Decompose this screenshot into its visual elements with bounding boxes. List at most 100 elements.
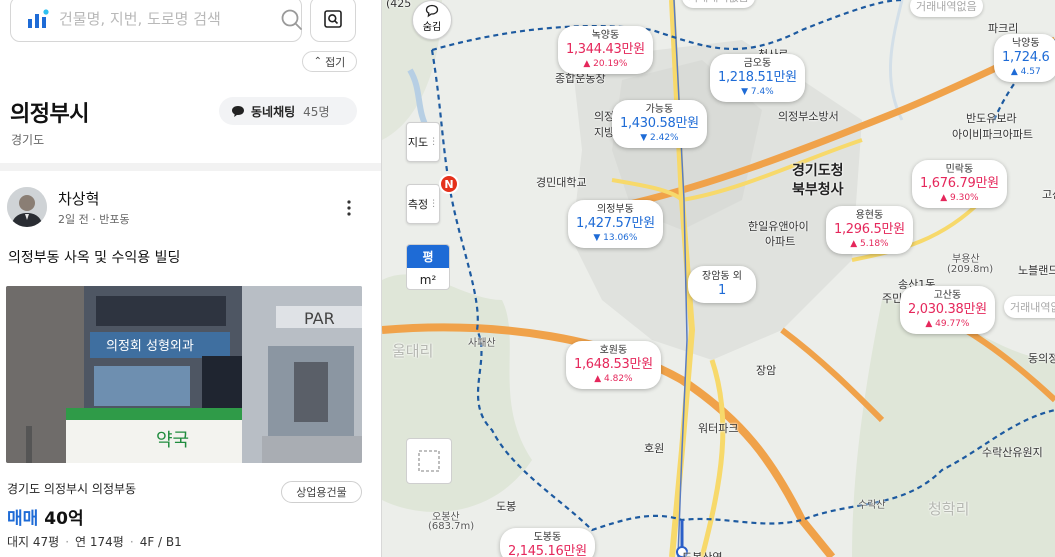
price-pin-gosan[interactable]: 고산동 2,030.38만원 ▲ 49.77% bbox=[900, 286, 995, 334]
floor-area: 연 174평 bbox=[75, 535, 124, 549]
place-label: 경민대학교 bbox=[536, 176, 587, 189]
mountain-label: 부용산 bbox=[952, 254, 980, 265]
place-label: 의정부소방서 bbox=[778, 110, 839, 123]
map-search-button[interactable] bbox=[310, 0, 356, 42]
pin-price: 1,427.57만원 bbox=[576, 216, 655, 231]
place-label: 반도유보라 bbox=[966, 112, 1017, 125]
measure-button[interactable]: 측정 ⋮ bbox=[406, 184, 440, 224]
mountain-label: (209.8m) bbox=[947, 264, 994, 275]
pin-price: 1,724.6 bbox=[1002, 50, 1050, 65]
pin-name: 가능동 bbox=[645, 104, 674, 115]
chevron-up-icon: ⌃ bbox=[313, 56, 323, 67]
pin-change: ▲ 5.18% bbox=[850, 239, 889, 249]
fold-label: 접기 bbox=[325, 55, 346, 69]
pin-name: 용현동 bbox=[855, 210, 884, 221]
chat-bubble-icon bbox=[232, 105, 244, 117]
place-label: 수락산유원지 bbox=[982, 446, 1043, 459]
price-pin-nokyang[interactable]: 녹양동 1,344.43만원 ▲ 20.19% bbox=[558, 26, 653, 74]
avatar[interactable] bbox=[7, 187, 47, 227]
pin-change: ▼ 2.42% bbox=[640, 133, 679, 143]
place-label: 경기도청 bbox=[792, 163, 844, 179]
hide-button[interactable]: 숨김 bbox=[412, 0, 452, 40]
deal-row: 매매 40억 bbox=[7, 504, 84, 529]
author-name[interactable]: 차상혁 bbox=[58, 188, 99, 209]
pin-price: 1,344.43만원 bbox=[566, 42, 645, 57]
mountain-label: (683.7m) bbox=[428, 521, 475, 532]
search-box[interactable] bbox=[10, 0, 302, 42]
side-panel: ⌃ 접기 의정부시 경기도 동네채팅 45명 차상혁 2일 전 · 반포동 bbox=[0, 0, 382, 557]
floor-levels: 4F / B1 bbox=[139, 535, 182, 549]
fold-button[interactable]: ⌃ 접기 bbox=[302, 51, 357, 72]
unit-toggle[interactable]: 평 m² bbox=[406, 244, 450, 290]
post-title[interactable]: 의정부동 사옥 및 수익용 빌딩 bbox=[8, 247, 180, 267]
pin-name: 장암동 외 bbox=[702, 271, 742, 282]
map-view[interactable]: 숨김 지도 ⋮ 측정 ⋮ N 평 m² (425 종합운동장 경민대학교 지방 의정… bbox=[382, 0, 1055, 557]
area-select-button[interactable] bbox=[406, 438, 452, 484]
no-deal-pin[interactable]: 거래내역없음 bbox=[682, 0, 755, 8]
pin-price: 1,218.51만원 bbox=[718, 70, 797, 85]
pin-price: 1,676.79만원 bbox=[920, 176, 999, 191]
price-pin-ganeung[interactable]: 가능동 1,430.58만원 ▼ 2.42% bbox=[612, 100, 707, 148]
pin-change: ▲ 4.82% bbox=[594, 374, 633, 384]
price-pin-uijeongbu[interactable]: 의정부동 1,427.57만원 ▼ 13.06% bbox=[568, 200, 663, 248]
post-address: 경기도 의정부시 의정부동 bbox=[7, 482, 137, 496]
deal-type: 매매 bbox=[7, 509, 39, 529]
place-label: 아이비파크아파트 bbox=[952, 128, 1033, 141]
no-deal-pin[interactable]: 거래내역없음 bbox=[910, 0, 983, 17]
category-tag[interactable]: 상업용건물 bbox=[281, 481, 362, 503]
cluster-pin-jangam[interactable]: 장암동 외 1 bbox=[688, 266, 756, 303]
chat-count: 45명 bbox=[303, 104, 330, 119]
new-badge: N bbox=[439, 174, 459, 194]
pin-price: 2,145.16만원 bbox=[508, 544, 587, 557]
place-label: 도봉 bbox=[496, 500, 517, 513]
search-input[interactable] bbox=[59, 7, 259, 31]
pin-price: 1,648.53만원 bbox=[574, 357, 653, 372]
place-label: 아파트 bbox=[765, 235, 796, 248]
pin-price: 1,430.58만원 bbox=[620, 116, 699, 131]
station-label: 도봉산역 bbox=[682, 549, 722, 557]
price-pin-dobong[interactable]: 도봉동 2,145.16만원 bbox=[500, 528, 595, 557]
photo-sign-par: PAR bbox=[304, 309, 335, 328]
separator-dot: · bbox=[65, 535, 70, 549]
price-pin-minrak[interactable]: 민락동 1,676.79만원 ▲ 9.30% bbox=[912, 160, 1007, 208]
pin-name: 민락동 bbox=[945, 164, 974, 175]
pin-name: 녹양동 bbox=[591, 30, 620, 41]
chat-label: 동네채팅 bbox=[251, 104, 296, 119]
price-pin-yonghyeon[interactable]: 용현동 1,296.5만원 ▲ 5.18% bbox=[826, 206, 913, 254]
search-map-icon bbox=[324, 10, 342, 28]
speech-bubble-icon bbox=[425, 4, 439, 18]
hide-label: 숨김 bbox=[422, 22, 442, 33]
pin-price: 2,030.38만원 bbox=[908, 302, 987, 317]
price-pin-nakyang[interactable]: 낙양동 1,724.6 ▲ 4.57 bbox=[994, 34, 1055, 82]
city-title: 의정부시 bbox=[10, 102, 89, 127]
dashed-square-icon bbox=[418, 450, 440, 472]
unit-pyeong[interactable]: 평 bbox=[407, 245, 449, 268]
deal-price: 40억 bbox=[44, 509, 84, 529]
place-label: 북부청사 bbox=[792, 182, 844, 198]
dots-icon: ⋮ bbox=[429, 199, 439, 209]
building-photo-image: PAR 의정회 성형외과 약국 bbox=[6, 286, 362, 463]
building-photo[interactable]: PAR 의정회 성형외과 약국 bbox=[6, 286, 362, 463]
mountain-label: 수락산 bbox=[858, 500, 886, 511]
place-label: 고산 bbox=[1042, 188, 1055, 201]
map-type-button[interactable]: 지도 ⋮ bbox=[406, 122, 440, 162]
place-label: 워터파크 bbox=[698, 422, 739, 435]
spec-row: 대지 47평 · 연 174평 · 4F / B1 bbox=[7, 533, 182, 550]
pin-count: 1 bbox=[718, 283, 726, 298]
place-label: 동의정 bbox=[1028, 352, 1055, 365]
section-divider bbox=[0, 163, 381, 171]
pin-change: ▼ 13.06% bbox=[593, 233, 638, 243]
pin-name: 의정부동 bbox=[597, 204, 634, 215]
neighborhood-chat-button[interactable]: 동네채팅 45명 bbox=[219, 97, 357, 125]
stats-logo-icon bbox=[28, 9, 49, 28]
place-label: 한일유앤아이 bbox=[748, 220, 809, 233]
photo-sign-clinic: 의정회 성형외과 bbox=[106, 339, 194, 354]
avatar-photo-icon bbox=[7, 187, 47, 227]
area-label: 청학리 bbox=[928, 500, 970, 518]
search-icon[interactable] bbox=[279, 7, 305, 33]
price-pin-howon[interactable]: 호원동 1,648.53만원 ▲ 4.82% bbox=[566, 341, 661, 389]
no-deal-pin[interactable]: 거래내역없음 bbox=[1004, 296, 1055, 318]
more-vertical-icon[interactable] bbox=[340, 198, 358, 218]
price-pin-geumo[interactable]: 금오동 1,218.51만원 ▼ 7.4% bbox=[710, 54, 805, 102]
unit-sqm[interactable]: m² bbox=[407, 268, 449, 289]
